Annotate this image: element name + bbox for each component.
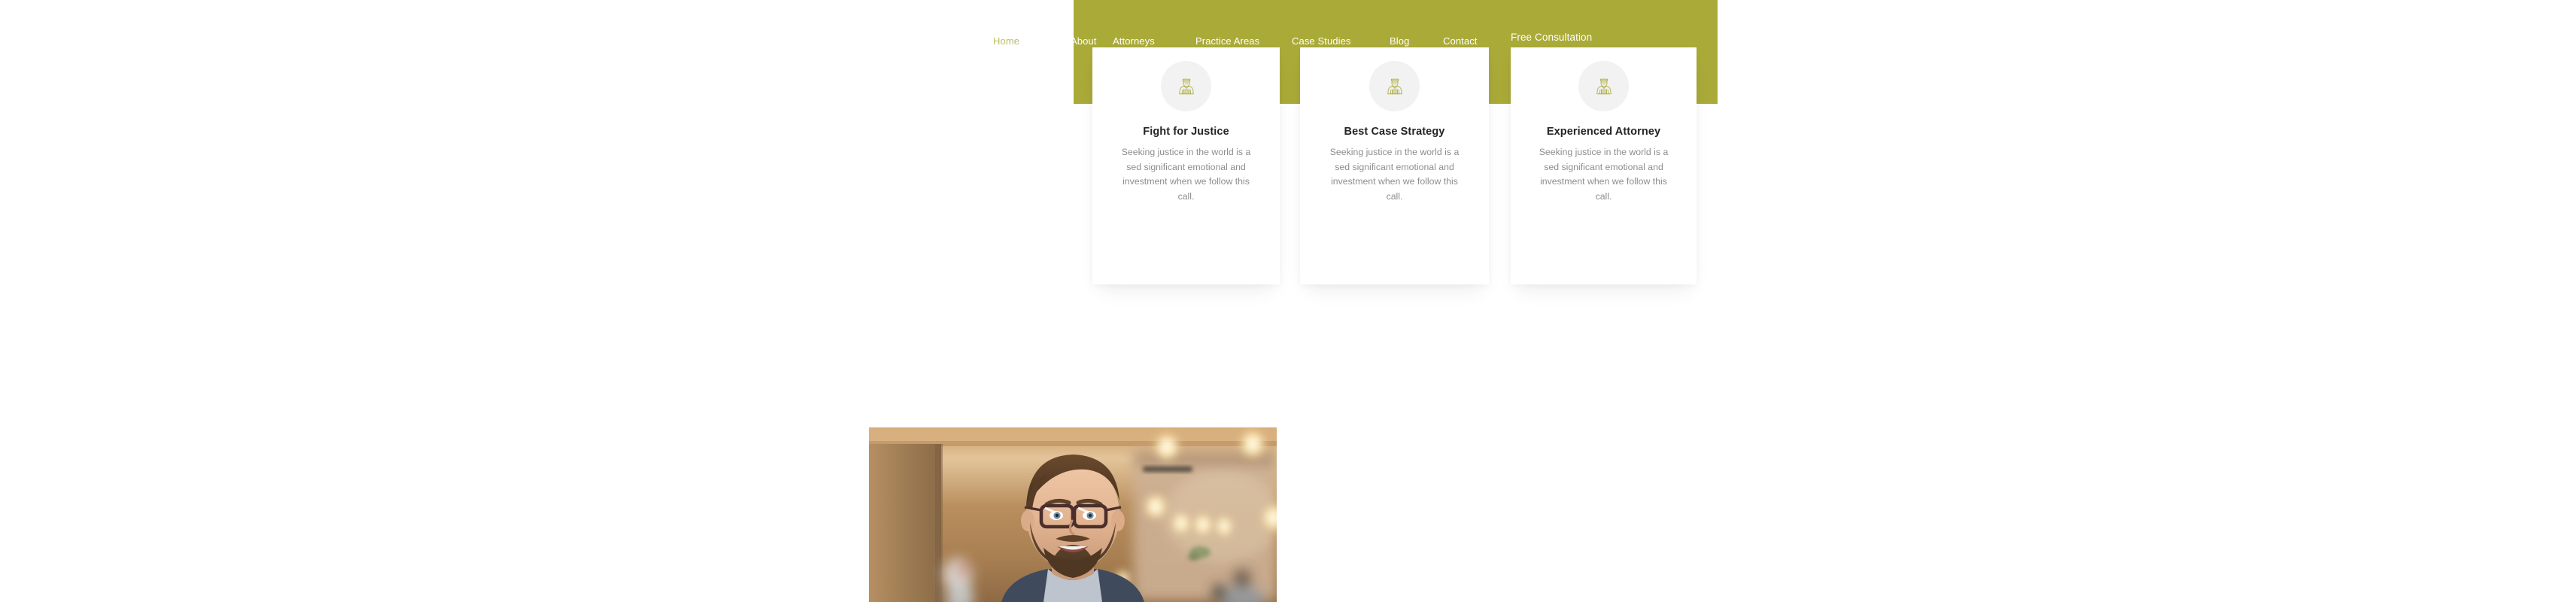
feature-card-description: Seeking justice in the world is a sed si… <box>1329 147 1460 202</box>
feature-card-title: Experienced Attorney <box>1546 126 1661 138</box>
feature-card[interactable]: Fight for Justice Seeking justice in the… <box>1092 47 1280 284</box>
feature-card-title: Best Case Strategy <box>1344 126 1445 138</box>
nav-item-attorneys[interactable]: Attorneys <box>1113 35 1155 47</box>
nav-item-case-studies[interactable]: Case Studies <box>1292 35 1351 47</box>
nav-item-home[interactable]: Home <box>993 35 1019 47</box>
attorney-icon <box>1161 61 1211 111</box>
feature-card[interactable]: Best Case Strategy Seeking justice in th… <box>1300 47 1489 284</box>
nav-item-about[interactable]: About <box>1071 35 1096 47</box>
hero-photo-bearded-man-with-glasses <box>869 427 1277 602</box>
feature-card-description: Seeking justice in the world is a sed si… <box>1121 147 1251 202</box>
page-root: Home About Attorneys Practice Areas Case… <box>0 0 2576 602</box>
attorney-icon <box>1578 61 1629 111</box>
nav-item-contact[interactable]: Contact <box>1443 35 1478 47</box>
nav-item-practice-areas[interactable]: Practice Areas <box>1195 35 1259 47</box>
nav-item-free-consultation[interactable]: Free Consultation <box>1511 32 1592 44</box>
feature-card-title: Fight for Justice <box>1143 126 1229 138</box>
feature-card[interactable]: Experienced Attorney Seeking justice in … <box>1511 47 1697 284</box>
attorney-icon <box>1369 61 1420 111</box>
nav-item-blog[interactable]: Blog <box>1390 35 1409 47</box>
feature-card-description: Seeking justice in the world is a sed si… <box>1539 147 1669 202</box>
